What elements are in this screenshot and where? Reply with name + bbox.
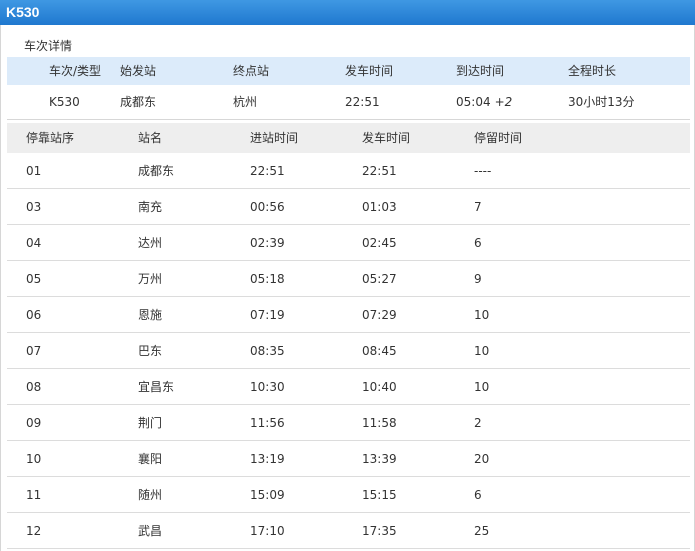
- table-row: 03 南充 00:56 01:03 7: [7, 189, 690, 225]
- stop-stay: 6: [474, 488, 482, 502]
- summary-col-depart: 发车时间: [345, 64, 394, 78]
- stops-col-arrive: 进站时间: [250, 131, 299, 145]
- summary-header: 车次/类型 始发站 终点站 发车时间 到达时间 全程时长: [7, 57, 690, 85]
- stop-depart: 08:45: [362, 344, 397, 358]
- stop-seq: 05: [26, 272, 42, 286]
- title-bar: K530: [0, 0, 695, 25]
- stop-stay: 10: [474, 380, 490, 394]
- stop-name: 恩施: [138, 308, 163, 322]
- stops-col-depart: 发车时间: [362, 131, 411, 145]
- table-row: 05 万州 05:18 05:27 9: [7, 261, 690, 297]
- stop-name: 荆门: [138, 416, 163, 430]
- stop-stay: ----: [474, 164, 492, 178]
- stop-stay: 6: [474, 236, 482, 250]
- stop-arrive: 22:51: [250, 164, 285, 178]
- stop-depart: 22:51: [362, 164, 397, 178]
- stop-seq: 11: [26, 488, 42, 502]
- train-title: K530: [6, 4, 40, 20]
- stop-stay: 9: [474, 272, 482, 286]
- stop-arrive: 17:10: [250, 524, 285, 538]
- stop-depart: 01:03: [362, 200, 397, 214]
- stop-seq: 08: [26, 380, 42, 394]
- table-row: 11 随州 15:09 15:15 6: [7, 477, 690, 513]
- stop-seq: 01: [26, 164, 42, 178]
- table-row: 12 武昌 17:10 17:35 25: [7, 513, 690, 549]
- stop-name: 襄阳: [138, 452, 163, 466]
- table-row: 10 襄阳 13:19 13:39 20: [7, 441, 690, 477]
- stop-name: 达州: [138, 236, 163, 250]
- summary-depart-time: 22:51: [345, 95, 380, 109]
- summary-col-train: 车次/类型: [49, 64, 102, 78]
- stop-stay: 10: [474, 308, 490, 322]
- stop-name: 成都东: [138, 164, 175, 178]
- stop-stay: 7: [474, 200, 482, 214]
- summary-from-station: 成都东: [120, 95, 157, 109]
- stop-depart: 17:35: [362, 524, 397, 538]
- summary-col-to: 终点站: [233, 64, 270, 78]
- stop-arrive: 05:18: [250, 272, 285, 286]
- stop-seq: 03: [26, 200, 42, 214]
- table-row: 01 成都东 22:51 22:51 ----: [7, 153, 690, 189]
- stop-seq: 04: [26, 236, 42, 250]
- stop-seq: 07: [26, 344, 42, 358]
- stop-arrive: 02:39: [250, 236, 285, 250]
- stop-arrive: 08:35: [250, 344, 285, 358]
- stop-arrive: 13:19: [250, 452, 285, 466]
- stop-depart: 10:40: [362, 380, 397, 394]
- stop-stay: 25: [474, 524, 490, 538]
- summary-row: K530 成都东 杭州 22:51 05:04 +2 30小时13分: [7, 85, 690, 120]
- table-row: 07 巴东 08:35 08:45 10: [7, 333, 690, 369]
- stop-arrive: 07:19: [250, 308, 285, 322]
- stops-col-name: 站名: [138, 131, 163, 145]
- table-row: 09 荆门 11:56 11:58 2: [7, 405, 690, 441]
- stops-col-stay: 停留时间: [474, 131, 523, 145]
- summary-col-duration: 全程时长: [568, 64, 617, 78]
- plus-day-badge: +2: [494, 95, 513, 109]
- summary-arrive-cell: 05:04 +2: [456, 95, 512, 109]
- summary-to-station: 杭州: [233, 95, 258, 109]
- stop-seq: 12: [26, 524, 42, 538]
- section-title: 车次详情: [24, 39, 73, 53]
- stops-col-seq: 停靠站序: [26, 131, 75, 145]
- stop-name: 随州: [138, 488, 163, 502]
- table-row: 06 恩施 07:19 07:29 10: [7, 297, 690, 333]
- summary-col-from: 始发站: [120, 64, 157, 78]
- stop-arrive: 00:56: [250, 200, 285, 214]
- stop-depart: 15:15: [362, 488, 397, 502]
- stop-seq: 06: [26, 308, 42, 322]
- summary-duration: 30小时13分: [568, 95, 635, 109]
- stop-seq: 09: [26, 416, 42, 430]
- summary-col-arrive: 到达时间: [456, 64, 505, 78]
- stop-arrive: 11:56: [250, 416, 285, 430]
- stop-arrive: 10:30: [250, 380, 285, 394]
- stop-stay: 10: [474, 344, 490, 358]
- summary-train: K530: [49, 95, 80, 109]
- stops-header: 停靠站序 站名 进站时间 发车时间 停留时间: [7, 123, 690, 153]
- stop-seq: 10: [26, 452, 42, 466]
- stop-name: 巴东: [138, 344, 163, 358]
- table-row: 04 达州 02:39 02:45 6: [7, 225, 690, 261]
- stop-depart: 13:39: [362, 452, 397, 466]
- stop-depart: 02:45: [362, 236, 397, 250]
- stop-depart: 05:27: [362, 272, 397, 286]
- stop-name: 武昌: [138, 524, 163, 538]
- stop-name: 南充: [138, 200, 163, 214]
- table-row: 08 宜昌东 10:30 10:40 10: [7, 369, 690, 405]
- stop-name: 宜昌东: [138, 380, 175, 394]
- stop-depart: 07:29: [362, 308, 397, 322]
- stop-stay: 2: [474, 416, 482, 430]
- summary-arrive-time: 05:04: [456, 95, 491, 109]
- stop-depart: 11:58: [362, 416, 397, 430]
- stop-stay: 20: [474, 452, 490, 466]
- stop-arrive: 15:09: [250, 488, 285, 502]
- stops-table: 01 成都东 22:51 22:51 ---- 03 南充 00:56 01:0…: [7, 153, 690, 549]
- stop-name: 万州: [138, 272, 163, 286]
